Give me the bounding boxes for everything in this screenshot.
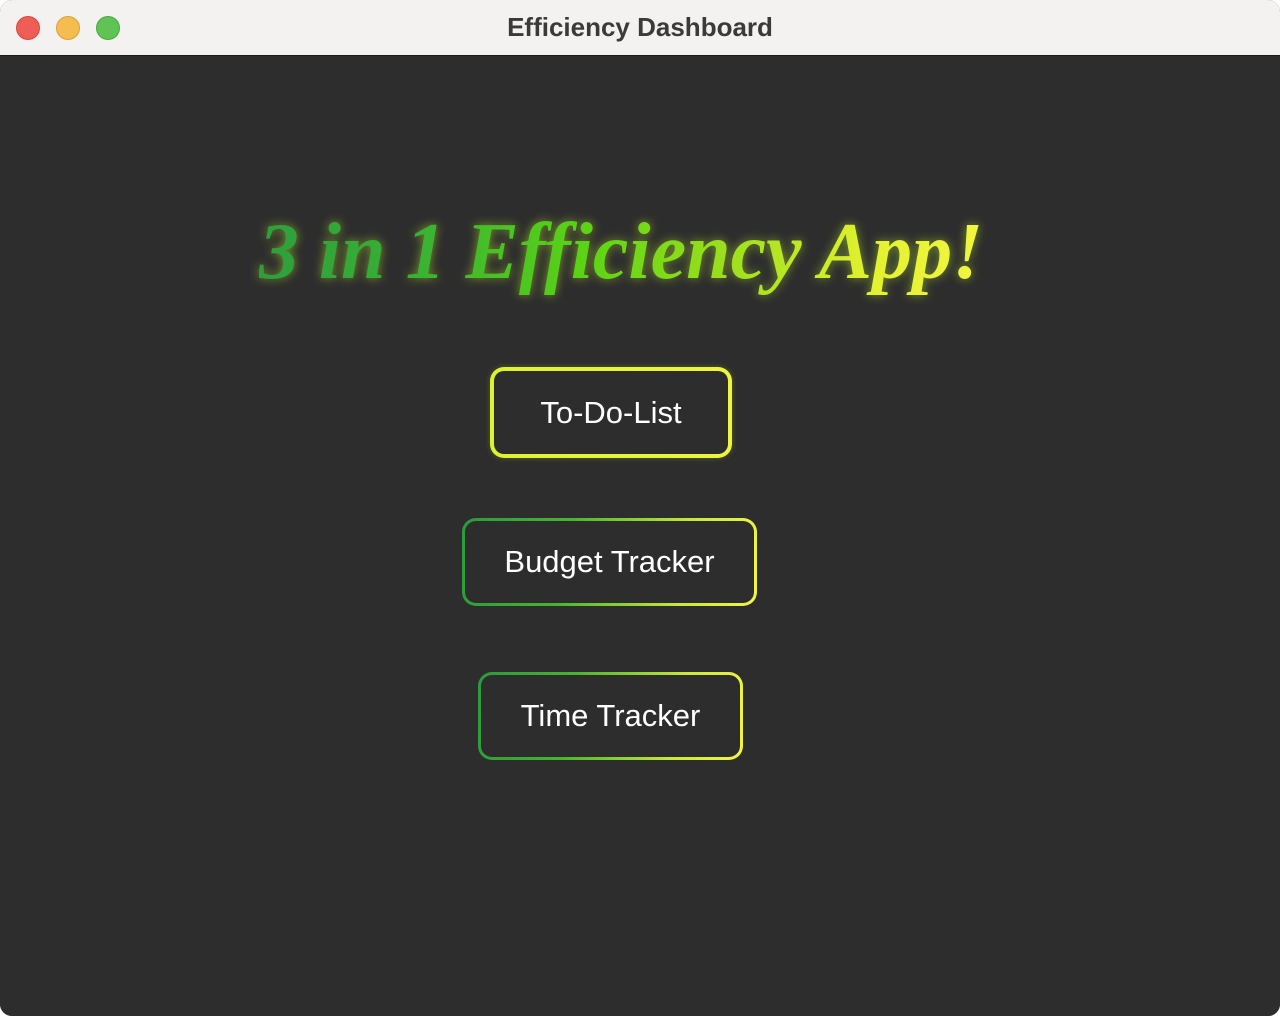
app-window: Efficiency Dashboard 3 in 1 Efficiency A… — [0, 0, 1280, 1016]
budget-tracker-button[interactable]: Budget Tracker — [462, 518, 757, 606]
window-title: Efficiency Dashboard — [507, 12, 773, 42]
headline-text: 3 in 1 Efficiency App! — [258, 208, 984, 296]
headline: 3 in 1 Efficiency App! — [0, 207, 1280, 297]
title-bar: Efficiency Dashboard — [0, 0, 1280, 56]
dashboard-content: 3 in 1 Efficiency App! To-Do-List Budget… — [0, 57, 1280, 1016]
todo-list-button[interactable]: To-Do-List — [490, 367, 732, 458]
time-tracker-button[interactable]: Time Tracker — [478, 672, 743, 760]
